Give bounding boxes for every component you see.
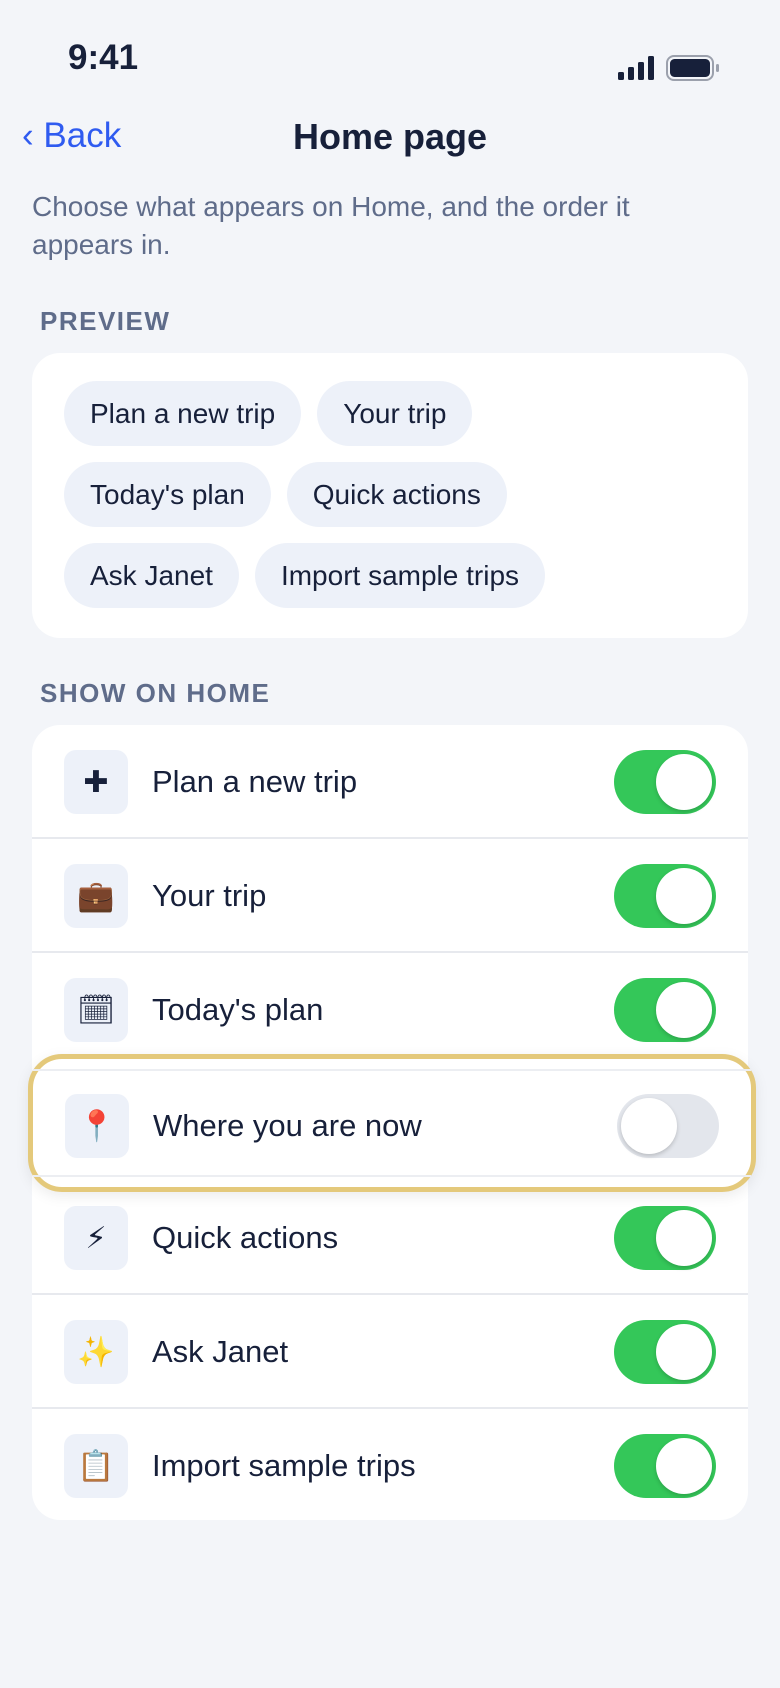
- show-on-home-section-label: SHOW ON HOME: [40, 678, 271, 708]
- toggle-knob: [621, 1098, 677, 1154]
- preview-section-label: PREVIEW: [40, 306, 171, 336]
- your-trip-toggle[interactable]: [614, 864, 716, 928]
- list-item-label: Quick actions: [152, 1220, 339, 1255]
- lightning-icon: ⚡: [64, 1206, 128, 1270]
- plan-a-new-trip-toggle[interactable]: [614, 750, 716, 814]
- toggle-knob: [656, 868, 712, 924]
- preview-chip: Plan a new trip: [64, 381, 302, 446]
- suitcase-icon: 💼: [64, 864, 128, 928]
- toggle-knob: [656, 982, 712, 1038]
- list-item-label: Plan a new trip: [152, 764, 358, 799]
- preview-chip: Your trip: [317, 381, 473, 446]
- preview-chip: Import sample trips: [254, 543, 546, 608]
- preview-chip: Ask Janet: [64, 543, 239, 608]
- preview-chip: Today's plan: [64, 462, 271, 527]
- list-item-your-trip: 💼 Your trip: [32, 839, 748, 953]
- list-item-todays-plan: 🗓 Today's plan: [32, 953, 748, 1067]
- dragging-list-item-where-you-are-now[interactable]: 📍 Where you are now: [28, 1054, 756, 1192]
- sparkles-icon: ✨: [64, 1320, 128, 1384]
- preview-chip-list: Plan a new trip Your trip Today's plan Q…: [64, 381, 664, 608]
- preview-card: Plan a new trip Your trip Today's plan Q…: [32, 353, 748, 638]
- list-item-ask-janet: ✨ Ask Janet: [32, 1295, 748, 1409]
- toggle-knob: [656, 1324, 712, 1380]
- import-sample-trips-toggle[interactable]: [614, 1434, 716, 1498]
- plus-icon: ✚: [64, 750, 128, 814]
- page-description: Choose what appears on Home, and the ord…: [32, 191, 630, 260]
- list-item-import-sample-trips: 📋 Import sample trips: [32, 1409, 748, 1523]
- list-item-quick-actions: ⚡ Quick actions: [32, 1181, 748, 1295]
- where-you-are-now-toggle[interactable]: [617, 1094, 719, 1158]
- quick-actions-toggle[interactable]: [614, 1206, 716, 1270]
- list-item-label: Your trip: [152, 878, 267, 913]
- todays-plan-toggle[interactable]: [614, 978, 716, 1042]
- list-item-label: Import sample trips: [152, 1448, 416, 1483]
- list-item-label: Ask Janet: [152, 1334, 289, 1369]
- list-item-plan-a-new-trip: ✚ Plan a new trip: [32, 725, 748, 839]
- divider: [33, 1175, 751, 1177]
- toggle-knob: [656, 754, 712, 810]
- toggle-knob: [656, 1210, 712, 1266]
- clipboard-icon: 📋: [64, 1434, 128, 1498]
- ask-janet-toggle[interactable]: [614, 1320, 716, 1384]
- status-time: 9:41: [68, 38, 139, 77]
- preview-chip: Quick actions: [286, 462, 507, 527]
- list-item-where-you-are-now: 📍 Where you are now: [33, 1069, 751, 1183]
- calendar-icon: 🗓: [64, 978, 128, 1042]
- battery-icon: [666, 55, 719, 81]
- status-bar: 9:41: [0, 0, 780, 110]
- list-item-label: Today's plan: [152, 992, 324, 1027]
- back-button[interactable]: ‹ Back: [22, 116, 121, 156]
- signal-icon: [618, 56, 654, 80]
- pin-icon: 📍: [65, 1094, 129, 1158]
- toggle-knob: [656, 1438, 712, 1494]
- list-item-label: Where you are now: [153, 1108, 422, 1143]
